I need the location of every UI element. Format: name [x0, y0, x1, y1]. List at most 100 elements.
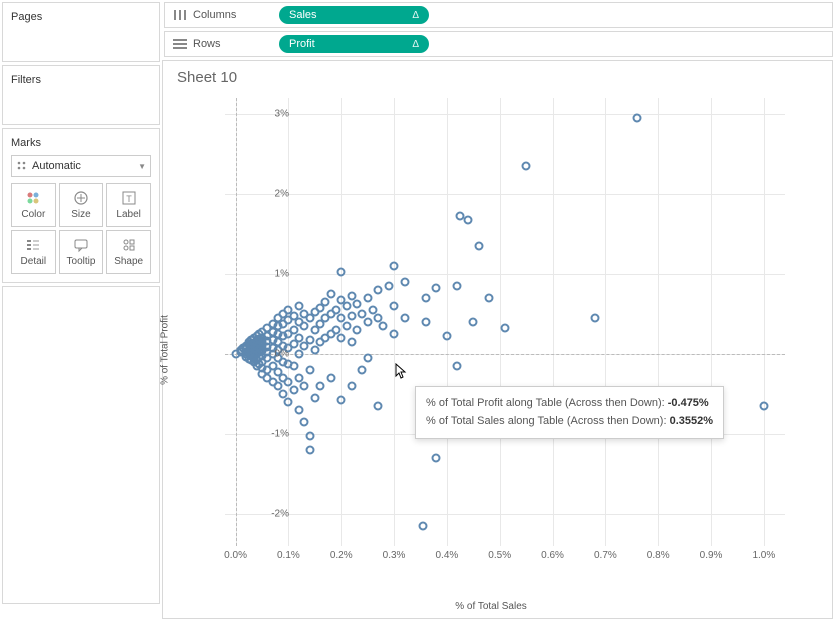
- data-point[interactable]: [305, 431, 314, 440]
- data-point[interactable]: [432, 454, 441, 463]
- mark-btn-label: Color: [21, 209, 45, 220]
- data-point[interactable]: [390, 330, 399, 339]
- data-point[interactable]: [300, 322, 309, 331]
- data-point[interactable]: [453, 362, 462, 371]
- data-point[interactable]: [374, 286, 383, 295]
- mark-size-button[interactable]: Size: [59, 183, 104, 227]
- data-point[interactable]: [347, 311, 356, 320]
- data-point[interactable]: [453, 282, 462, 291]
- y-tick-label: 2%: [249, 189, 289, 200]
- data-point[interactable]: [289, 386, 298, 395]
- data-point[interactable]: [342, 302, 351, 311]
- y-axis-title: % of Total Profit: [160, 315, 171, 385]
- data-point[interactable]: [321, 298, 330, 307]
- data-point[interactable]: [294, 350, 303, 359]
- detail-icon: [25, 237, 41, 253]
- data-point[interactable]: [353, 300, 362, 309]
- data-point[interactable]: [421, 318, 430, 327]
- data-point[interactable]: [590, 314, 599, 323]
- rows-shelf[interactable]: Rows Profit Δ: [164, 31, 833, 57]
- sheet-view[interactable]: Sheet 10 % of Total Profit % of Total Sa…: [162, 60, 833, 619]
- x-tick-label: 1.0%: [752, 550, 775, 561]
- data-point[interactable]: [432, 284, 441, 293]
- data-point[interactable]: [363, 294, 372, 303]
- data-point[interactable]: [390, 302, 399, 311]
- data-point[interactable]: [400, 314, 409, 323]
- marks-type-select[interactable]: Automatic ▼: [11, 155, 151, 177]
- data-point[interactable]: [363, 318, 372, 327]
- x-tick-label: 0.7%: [594, 550, 617, 561]
- data-point[interactable]: [353, 326, 362, 335]
- x-tick-label: 0.0%: [224, 550, 247, 561]
- marks-label: Marks: [11, 137, 151, 149]
- data-point[interactable]: [469, 318, 478, 327]
- gridline-h: [225, 194, 785, 195]
- data-point[interactable]: [305, 446, 314, 455]
- data-point[interactable]: [474, 242, 483, 251]
- data-point[interactable]: [501, 324, 510, 333]
- data-point[interactable]: [347, 382, 356, 391]
- data-point[interactable]: [300, 382, 309, 391]
- data-point[interactable]: [522, 162, 531, 171]
- gridline-v: [394, 98, 395, 546]
- columns-pill-sales[interactable]: Sales Δ: [279, 6, 429, 24]
- tooltip-line1-label: % of Total Profit along Table (Across th…: [426, 397, 665, 409]
- columns-shelf[interactable]: Columns Sales Δ: [164, 2, 833, 28]
- mark-btn-label: Size: [71, 209, 90, 220]
- data-point[interactable]: [337, 396, 346, 405]
- mark-tooltip-button[interactable]: Tooltip: [59, 230, 104, 274]
- delta-icon: Δ: [412, 39, 419, 50]
- shape-icon: [121, 237, 137, 253]
- pages-panel[interactable]: Pages: [2, 2, 160, 62]
- mark-color-button[interactable]: Color: [11, 183, 56, 227]
- data-point[interactable]: [421, 294, 430, 303]
- data-point[interactable]: [485, 294, 494, 303]
- x-tick-label: 0.8%: [647, 550, 670, 561]
- data-point[interactable]: [294, 406, 303, 415]
- gridline-v: [500, 98, 501, 546]
- mark-label-button[interactable]: TLabel: [106, 183, 151, 227]
- data-point[interactable]: [400, 278, 409, 287]
- data-point[interactable]: [384, 282, 393, 291]
- size-icon: [73, 190, 89, 206]
- data-point[interactable]: [300, 418, 309, 427]
- y-tick-label: 0%: [249, 349, 289, 360]
- pill-text: Profit: [289, 38, 315, 50]
- data-point[interactable]: [419, 522, 428, 531]
- tooltip-icon: [73, 237, 89, 253]
- data-point[interactable]: [326, 290, 335, 299]
- data-point[interactable]: [374, 402, 383, 411]
- data-point[interactable]: [363, 354, 372, 363]
- data-point[interactable]: [633, 114, 642, 123]
- rows-pill-profit[interactable]: Profit Δ: [279, 35, 429, 53]
- data-point[interactable]: [759, 402, 768, 411]
- data-point[interactable]: [289, 362, 298, 371]
- mark-shape-button[interactable]: Shape: [106, 230, 151, 274]
- data-point[interactable]: [316, 382, 325, 391]
- data-point[interactable]: [337, 334, 346, 343]
- data-point[interactable]: [442, 332, 451, 341]
- data-point[interactable]: [326, 374, 335, 383]
- data-point[interactable]: [310, 346, 319, 355]
- data-point[interactable]: [284, 398, 293, 407]
- data-point[interactable]: [342, 322, 351, 331]
- data-point[interactable]: [305, 366, 314, 375]
- x-tick-label: 0.9%: [700, 550, 723, 561]
- scatter-plot[interactable]: [225, 98, 785, 546]
- gridline-v: [605, 98, 606, 546]
- pill-text: Sales: [289, 9, 317, 21]
- data-point[interactable]: [310, 394, 319, 403]
- mark-btn-label: Shape: [114, 256, 143, 267]
- rows-label: Rows: [193, 38, 221, 50]
- data-point[interactable]: [379, 322, 388, 331]
- data-point[interactable]: [464, 215, 473, 224]
- filters-panel[interactable]: Filters: [2, 65, 160, 125]
- data-point[interactable]: [347, 338, 356, 347]
- data-point[interactable]: [390, 262, 399, 271]
- data-point[interactable]: [358, 366, 367, 375]
- data-point[interactable]: [337, 268, 346, 277]
- chevron-down-icon: ▼: [138, 162, 146, 171]
- mark-detail-button[interactable]: Detail: [11, 230, 56, 274]
- data-point[interactable]: [305, 335, 314, 344]
- gridline-v: [658, 98, 659, 546]
